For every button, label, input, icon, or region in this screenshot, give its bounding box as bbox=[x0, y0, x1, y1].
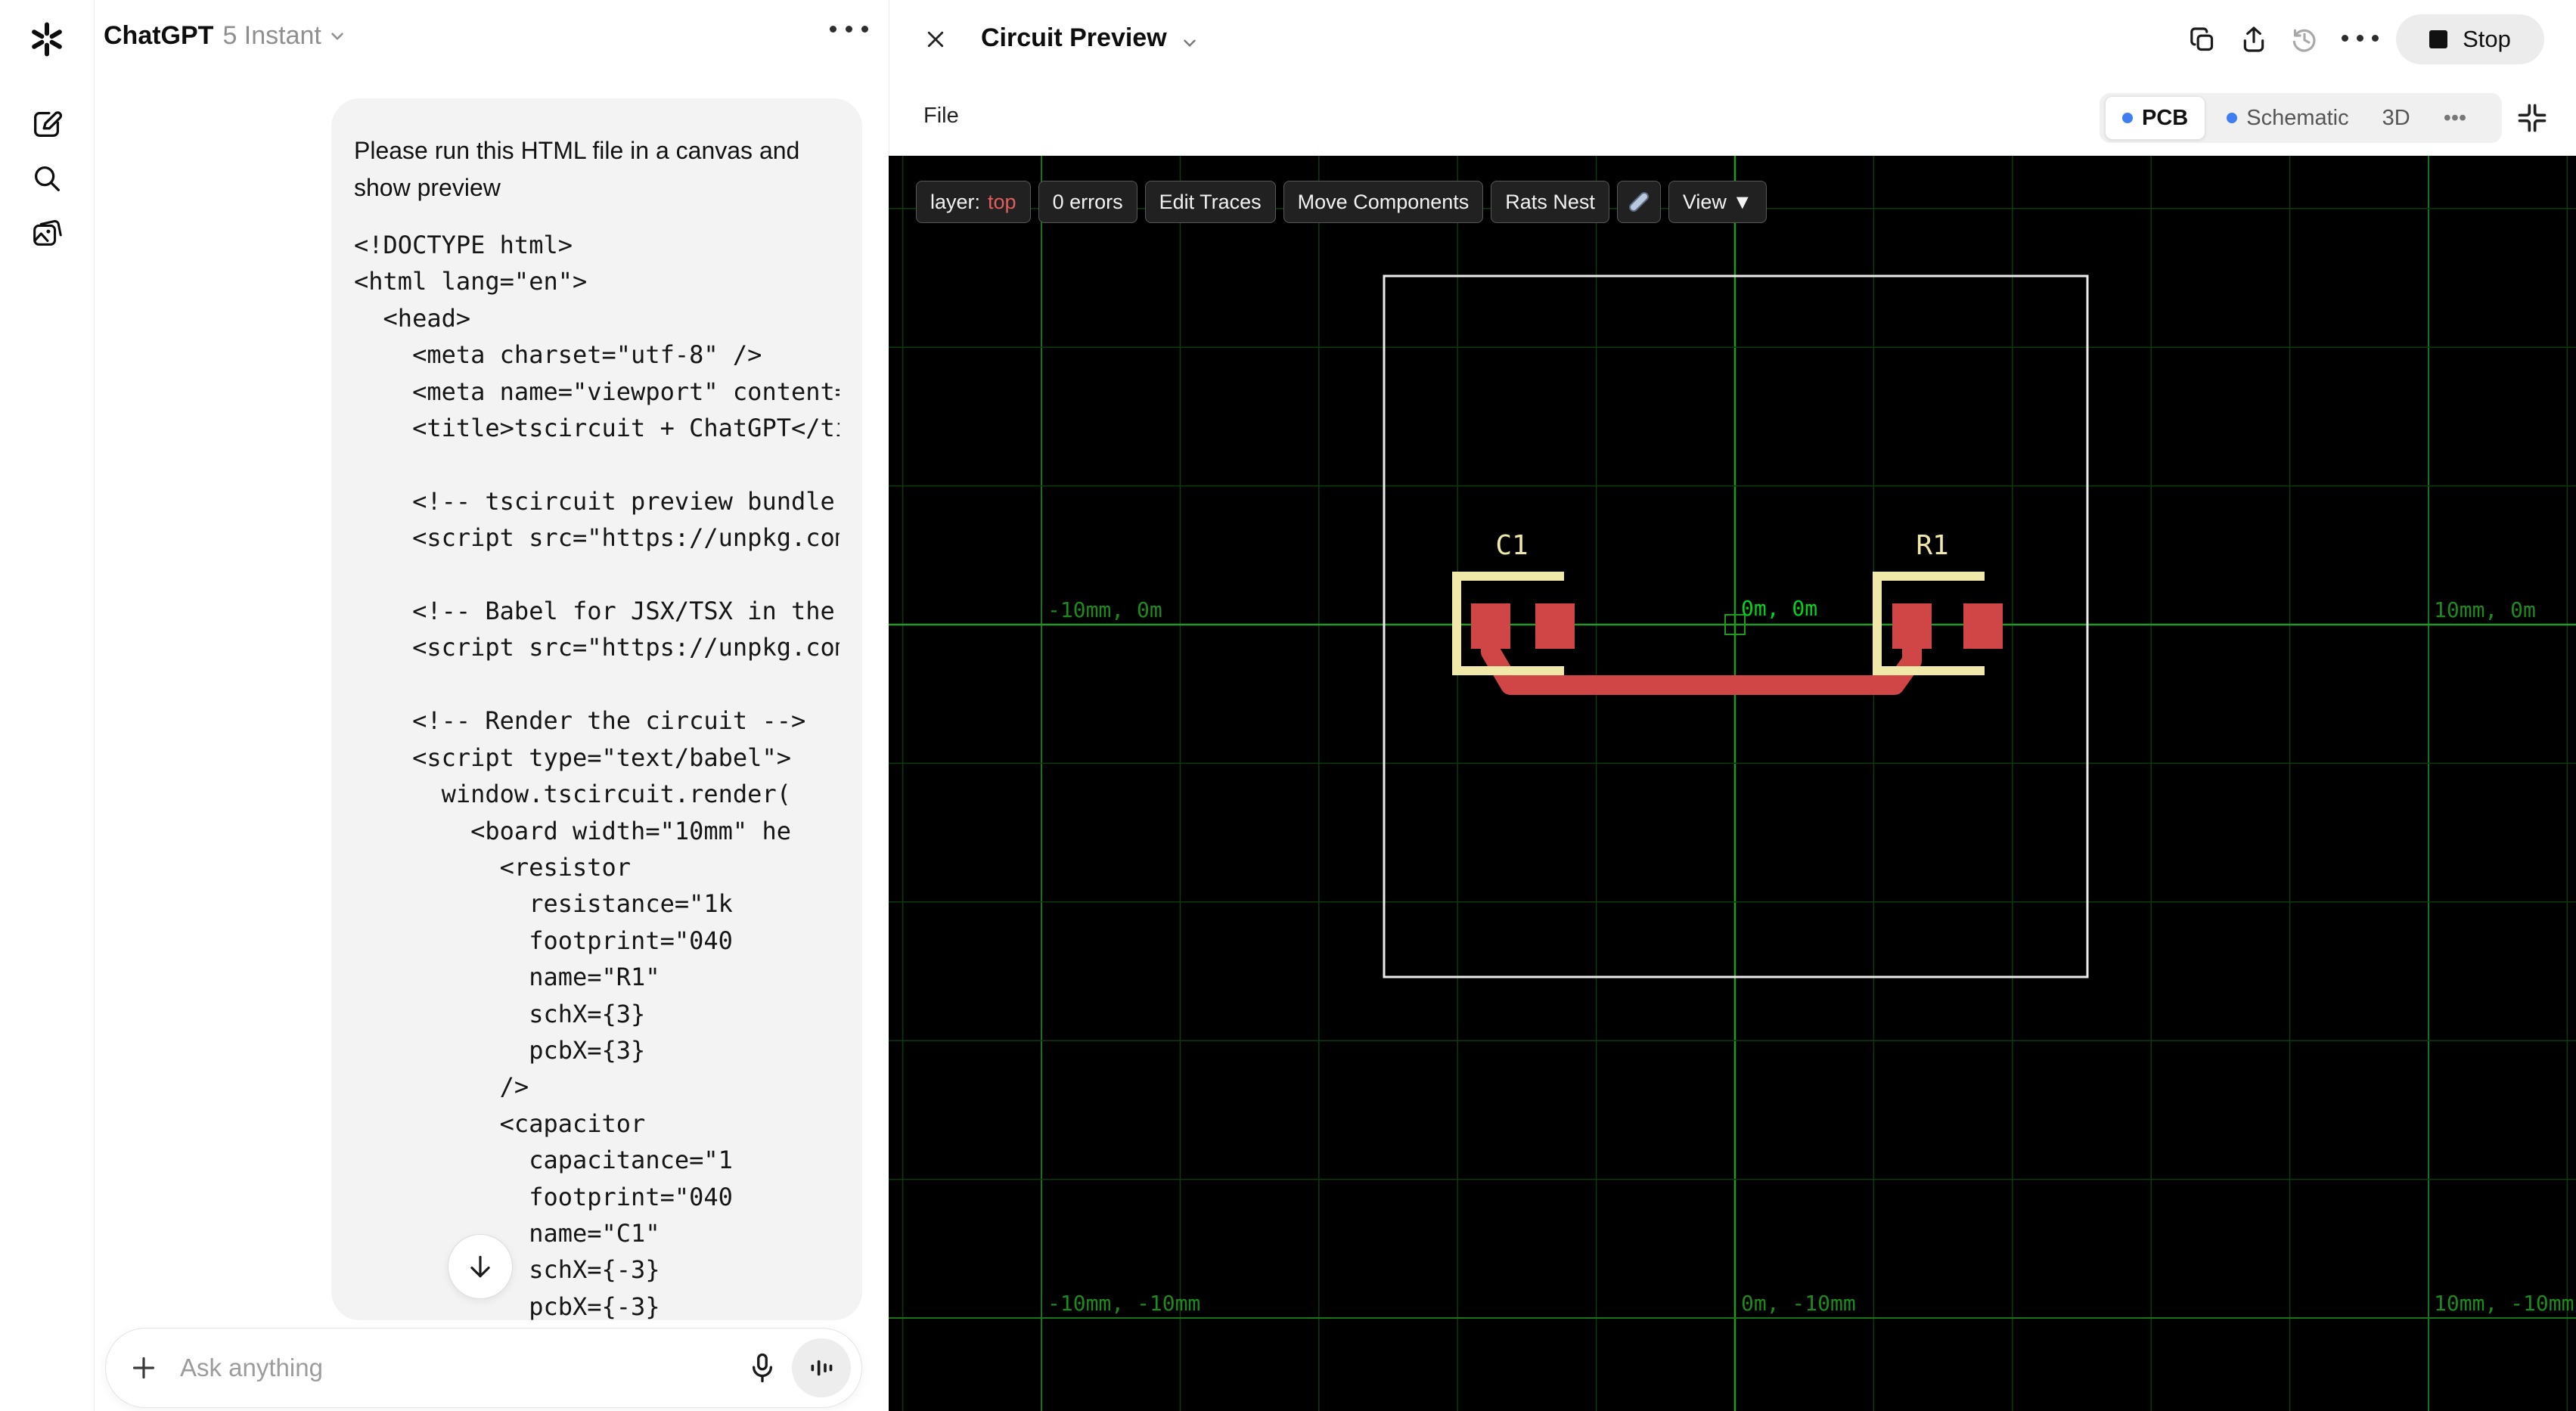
canvas-panel-header: Circuit Preview Stop bbox=[889, 0, 2576, 83]
tab-pcb-label: PCB bbox=[2142, 105, 2189, 130]
chat-panel: ChatGPT 5 Instant Please run this HTML f… bbox=[95, 0, 889, 1411]
scroll-to-bottom-button[interactable] bbox=[448, 1234, 513, 1299]
coord-label-mid-left: -10mm, 0m bbox=[1047, 597, 1162, 622]
stop-label: Stop bbox=[2463, 26, 2511, 52]
rats-nest-button[interactable]: Rats Nest bbox=[1491, 181, 1609, 223]
microphone-icon[interactable] bbox=[746, 1351, 778, 1385]
r1-pad-2[interactable] bbox=[1963, 603, 2003, 649]
component-r1[interactable]: R1 bbox=[1873, 530, 2003, 675]
chevron-down-icon bbox=[331, 32, 343, 40]
tab-pcb[interactable]: PCB bbox=[2105, 96, 2206, 140]
tab-schematic-label: Schematic bbox=[2246, 105, 2349, 130]
tab-schematic[interactable]: Schematic bbox=[2210, 106, 2365, 131]
coord-label-mid-right: 10mm, 0m bbox=[2434, 597, 2536, 622]
title-chevron-down-icon[interactable] bbox=[1180, 33, 1200, 53]
library-icon[interactable] bbox=[20, 206, 74, 260]
coord-label-origin: 0m, 0m bbox=[1741, 596, 1817, 621]
chat-header: ChatGPT 5 Instant bbox=[104, 21, 347, 51]
layer-button[interactable]: layer: top bbox=[916, 181, 1031, 223]
tab-3d-label: 3D bbox=[2382, 105, 2410, 130]
model-label: 5 Instant bbox=[222, 21, 321, 50]
share-icon[interactable] bbox=[2239, 23, 2269, 55]
component-r1-label: R1 bbox=[1916, 530, 1948, 561]
layer-value: top bbox=[988, 190, 1016, 213]
pcb-grid bbox=[889, 156, 2576, 1411]
component-c1-label: C1 bbox=[1495, 530, 1528, 561]
view-mode-toggle: PCB Schematic 3D ••• bbox=[2100, 93, 2502, 143]
stop-square-icon bbox=[2429, 30, 2448, 48]
schematic-status-dot bbox=[2227, 113, 2238, 123]
r1-pad-1[interactable] bbox=[1892, 603, 1932, 649]
canvas-options-button[interactable] bbox=[2342, 35, 2379, 42]
tab-3d[interactable]: 3D bbox=[2366, 106, 2427, 131]
chat-composer[interactable] bbox=[105, 1328, 862, 1408]
chat-title: ChatGPT bbox=[104, 21, 214, 50]
move-components-button[interactable]: Move Components bbox=[1283, 181, 1484, 223]
pcb-status-dot bbox=[2122, 113, 2133, 123]
voice-mode-button[interactable] bbox=[792, 1338, 851, 1397]
history-icon[interactable] bbox=[2289, 24, 2320, 54]
model-selector[interactable]: 5 Instant bbox=[222, 21, 346, 51]
file-menu[interactable]: File bbox=[923, 104, 959, 129]
new-chat-icon[interactable] bbox=[20, 97, 74, 151]
search-icon[interactable] bbox=[20, 151, 74, 206]
collapse-icon[interactable] bbox=[2515, 101, 2549, 135]
errors-button[interactable]: 0 errors bbox=[1038, 181, 1137, 223]
stop-button[interactable]: Stop bbox=[2396, 14, 2544, 64]
chat-input[interactable] bbox=[178, 1353, 746, 1383]
user-message-code: <!DOCTYPE html> <html lang="en"> <head> … bbox=[354, 231, 840, 1320]
chat-options-button[interactable] bbox=[830, 26, 868, 33]
user-message-bubble: Please run this HTML file in a canvas an… bbox=[331, 98, 862, 1320]
component-c1[interactable]: C1 bbox=[1452, 530, 1575, 675]
pencil-icon bbox=[1628, 192, 1649, 212]
view-dropdown-button[interactable]: View ▼ bbox=[1668, 181, 1768, 223]
copy-icon[interactable] bbox=[2187, 25, 2218, 55]
close-icon[interactable] bbox=[924, 28, 947, 51]
pcb-view: C1 R1 -10mm, 0m 10mm, 0m 0m, 0m -10mm, -… bbox=[889, 156, 2576, 1411]
arrow-down-icon bbox=[470, 1255, 490, 1278]
view-toggle-more-button[interactable]: ••• bbox=[2427, 106, 2483, 131]
app-window: ChatGPT 5 Instant Please run this HTML f… bbox=[0, 0, 2576, 1411]
coord-label-bottom-center: 0m, -10mm bbox=[1741, 1291, 1856, 1316]
edit-silkscreen-button[interactable] bbox=[1616, 181, 1661, 223]
openai-logo-glyph bbox=[32, 22, 62, 57]
edit-traces-button[interactable]: Edit Traces bbox=[1144, 181, 1276, 223]
canvas-title: Circuit Preview bbox=[981, 23, 1167, 52]
coord-label-bottom-left: -10mm, -10mm bbox=[1047, 1291, 1200, 1316]
attach-plus-icon[interactable] bbox=[129, 1353, 159, 1383]
left-sidebar bbox=[0, 0, 95, 1411]
view-toggle-more-label: ••• bbox=[2443, 105, 2467, 130]
openai-logo-icon[interactable] bbox=[20, 12, 74, 67]
c1-pad-2[interactable] bbox=[1535, 603, 1575, 649]
c1-pad-1[interactable] bbox=[1471, 603, 1510, 649]
coord-label-bottom-right: 10mm, -10mm bbox=[2434, 1291, 2574, 1316]
pcb-canvas[interactable]: C1 R1 -10mm, 0m 10mm, 0m 0m, 0m -10mm, -… bbox=[889, 156, 2576, 1411]
user-message-text: Please run this HTML file in a canvas an… bbox=[354, 137, 800, 201]
pcb-toolbar: layer: top 0 errors Edit Traces Move Com… bbox=[916, 181, 1768, 223]
waveform-icon bbox=[811, 1360, 833, 1376]
layer-prefix: layer: bbox=[930, 190, 981, 213]
